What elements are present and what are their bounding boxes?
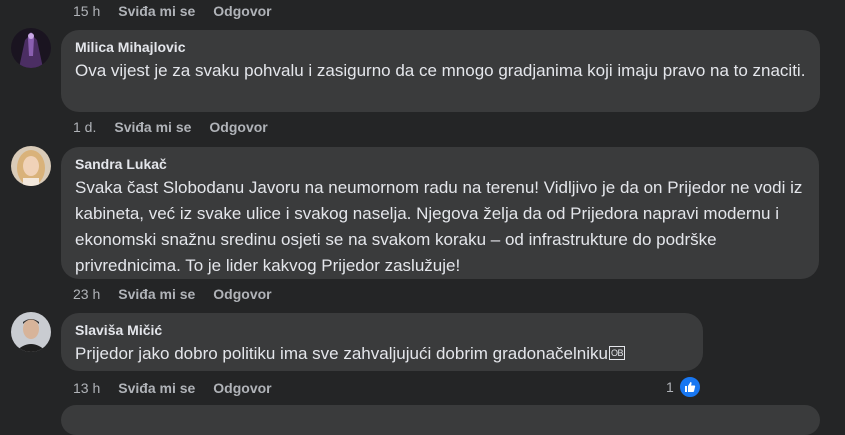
comment-author[interactable]: Milica Mihajlovic — [75, 38, 806, 56]
comment-author[interactable]: Slaviša Mičić — [75, 321, 689, 339]
reply-button[interactable]: Odgovor — [213, 286, 271, 302]
reply-button[interactable]: Odgovor — [213, 3, 271, 19]
comment-text-body: Prijedor jako dobro politiku ima sve zah… — [75, 344, 608, 363]
emoji-placeholder: OB — [608, 346, 625, 360]
like-button[interactable]: Sviđa mi se — [114, 119, 191, 135]
reaction-summary[interactable]: 1 — [666, 375, 702, 399]
comment-bubble: Sandra Lukač Svaka čast Slobodanu Javoru… — [61, 147, 819, 279]
reply-button[interactable]: Odgovor — [209, 119, 267, 135]
comment-timestamp[interactable]: 15 h — [73, 3, 100, 19]
comment-bubble: Milica Mihajlovic Ova vijest je za svaku… — [61, 30, 820, 112]
comment-actions-0: 15 h Sviđa mi se Odgovor — [73, 3, 272, 19]
like-button[interactable]: Sviđa mi se — [118, 286, 195, 302]
comment-timestamp[interactable]: 23 h — [73, 286, 100, 302]
avatar[interactable] — [11, 312, 51, 352]
reaction-count: 1 — [666, 379, 674, 395]
like-button[interactable]: Sviđa mi se — [118, 3, 195, 19]
comment-actions-2: 23 h Sviđa mi se Odgovor — [73, 286, 272, 302]
comment-text: Prijedor jako dobro politiku ima sve zah… — [75, 341, 689, 367]
comment-bubble: Slaviša Mičić Prijedor jako dobro politi… — [61, 313, 703, 371]
like-thumb-icon — [677, 375, 702, 399]
comment-timestamp[interactable]: 1 d. — [73, 119, 96, 135]
comment-actions-3: 13 h Sviđa mi se Odgovor — [73, 380, 272, 396]
reply-button[interactable]: Odgovor — [213, 380, 271, 396]
avatar[interactable] — [11, 28, 51, 68]
comment-text: Ova vijest je za svaku pohvalu i zasigur… — [75, 61, 806, 80]
comment-author[interactable]: Sandra Lukač — [75, 155, 805, 173]
comment-actions-1: 1 d. Sviđa mi se Odgovor — [73, 119, 268, 135]
comment-text: Svaka čast Slobodanu Javoru na neumornom… — [75, 178, 803, 275]
avatar[interactable] — [11, 146, 51, 186]
comment-timestamp[interactable]: 13 h — [73, 380, 100, 396]
like-button[interactable]: Sviđa mi se — [118, 380, 195, 396]
